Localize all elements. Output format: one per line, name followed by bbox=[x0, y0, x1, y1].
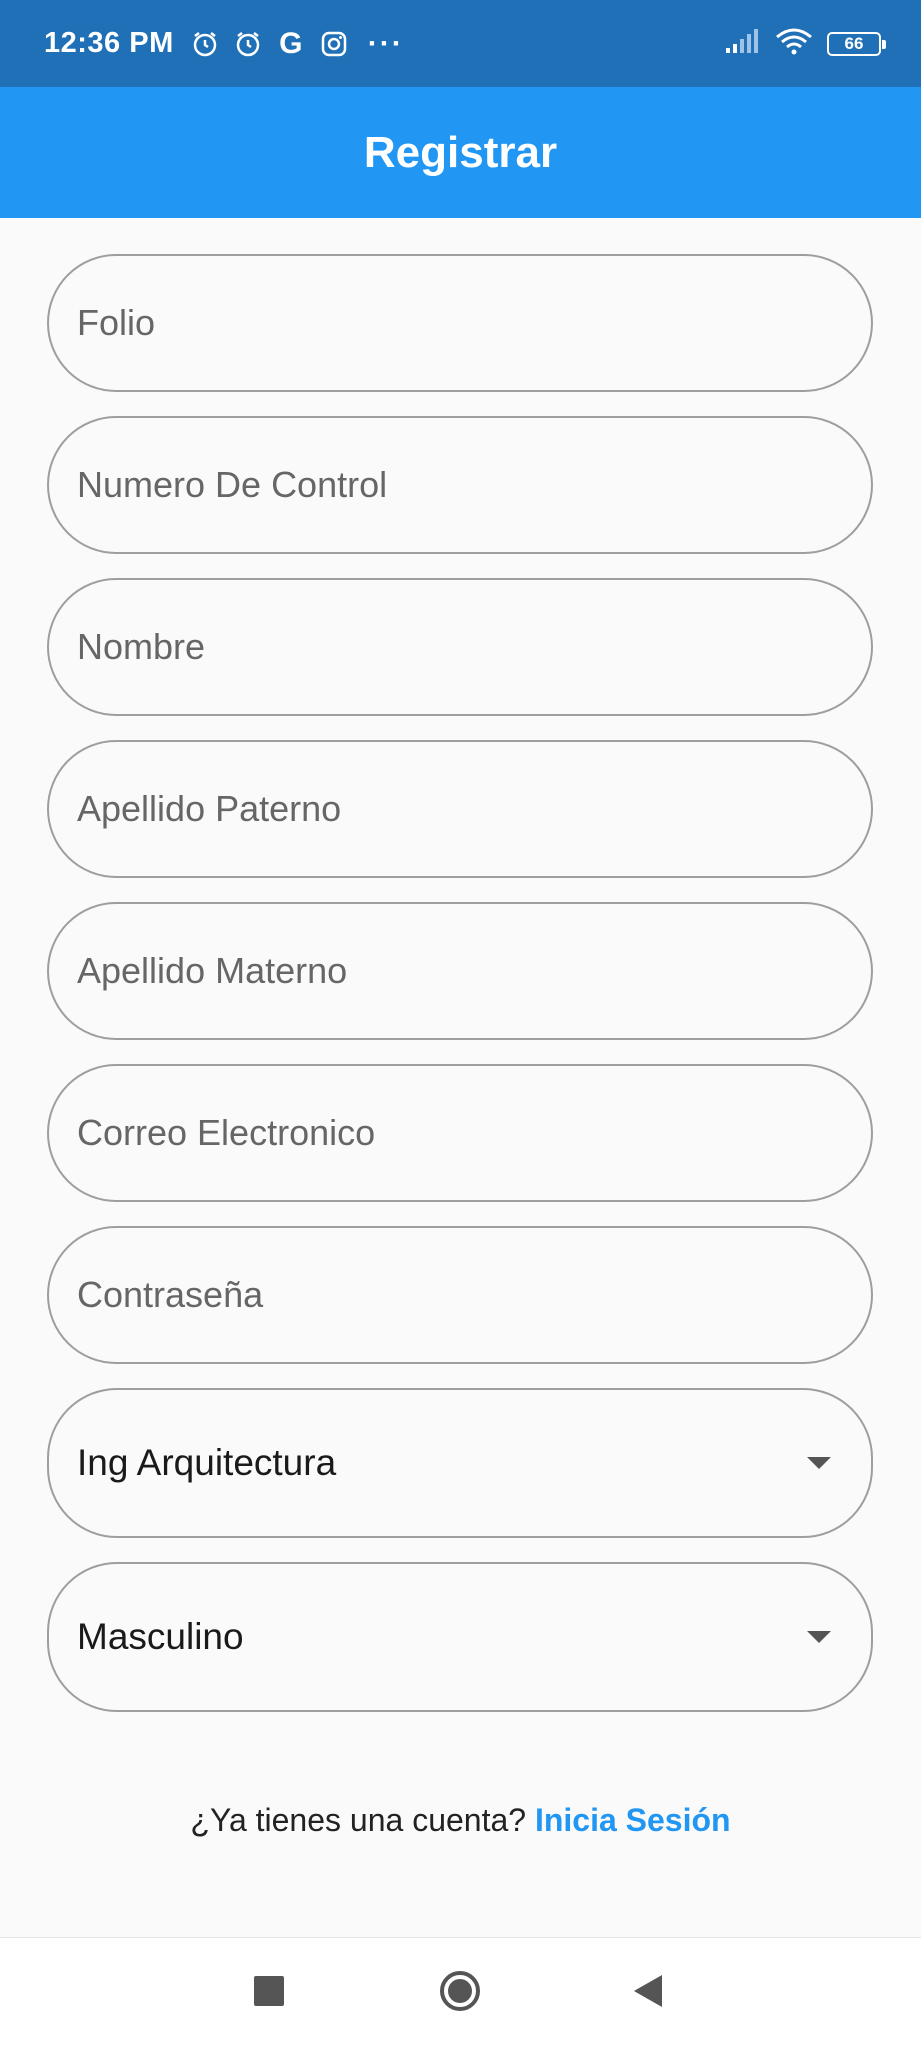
maternal-surname-placeholder: Apellido Materno bbox=[77, 950, 348, 991]
email-placeholder: Correo Electronico bbox=[77, 1112, 376, 1153]
paternal-surname-field[interactable]: Apellido Paterno bbox=[47, 740, 873, 878]
register-form: Folio Numero De Control Nombre Apellido … bbox=[47, 254, 873, 1736]
login-prompt: ¿Ya tienes una cuenta? Inicia Sesión bbox=[0, 1802, 921, 1839]
control-number-placeholder: Numero De Control bbox=[77, 464, 388, 505]
home-icon[interactable] bbox=[440, 1971, 480, 2011]
name-field[interactable]: Nombre bbox=[47, 578, 873, 716]
status-notification-icons: G ··· bbox=[190, 27, 404, 61]
status-time: 12:36 PM bbox=[44, 27, 174, 59]
password-placeholder: Contraseña bbox=[77, 1274, 264, 1315]
gender-select-value: Masculino bbox=[77, 1616, 244, 1657]
battery-icon: 66 bbox=[827, 31, 886, 56]
login-question: ¿Ya tienes una cuenta? bbox=[190, 1802, 527, 1838]
back-icon[interactable] bbox=[634, 1975, 662, 2007]
career-select[interactable]: Ing Arquitectura bbox=[47, 1388, 873, 1538]
alarm-icon bbox=[190, 29, 220, 59]
control-number-field[interactable]: Numero De Control bbox=[47, 416, 873, 554]
maternal-surname-field[interactable]: Apellido Materno bbox=[47, 902, 873, 1040]
wifi-icon bbox=[775, 27, 813, 60]
system-nav-bar bbox=[0, 1937, 921, 2048]
password-field[interactable]: Contraseña bbox=[47, 1226, 873, 1364]
app-bar: Registrar bbox=[0, 87, 921, 218]
gender-select[interactable]: Masculino bbox=[47, 1562, 873, 1712]
recents-icon[interactable] bbox=[254, 1976, 284, 2006]
more-icon: ··· bbox=[367, 26, 404, 60]
login-link[interactable]: Inicia Sesión bbox=[535, 1802, 731, 1838]
alarm-icon bbox=[233, 29, 263, 59]
google-icon: G bbox=[279, 26, 303, 60]
folio-field[interactable]: Folio bbox=[47, 254, 873, 392]
folio-placeholder: Folio bbox=[77, 302, 156, 343]
paternal-surname-placeholder: Apellido Paterno bbox=[77, 788, 342, 829]
chevron-down-icon bbox=[807, 1631, 831, 1643]
signal-icon bbox=[725, 28, 761, 59]
email-field[interactable]: Correo Electronico bbox=[47, 1064, 873, 1202]
name-placeholder: Nombre bbox=[77, 626, 206, 667]
status-system-icons: 66 bbox=[725, 27, 886, 60]
status-bar: 12:36 PM G ··· 66 bbox=[0, 0, 921, 87]
career-select-value: Ing Arquitectura bbox=[77, 1442, 337, 1483]
page-title: Registrar bbox=[363, 127, 558, 177]
instagram-icon bbox=[319, 29, 349, 59]
chevron-down-icon bbox=[807, 1457, 831, 1469]
